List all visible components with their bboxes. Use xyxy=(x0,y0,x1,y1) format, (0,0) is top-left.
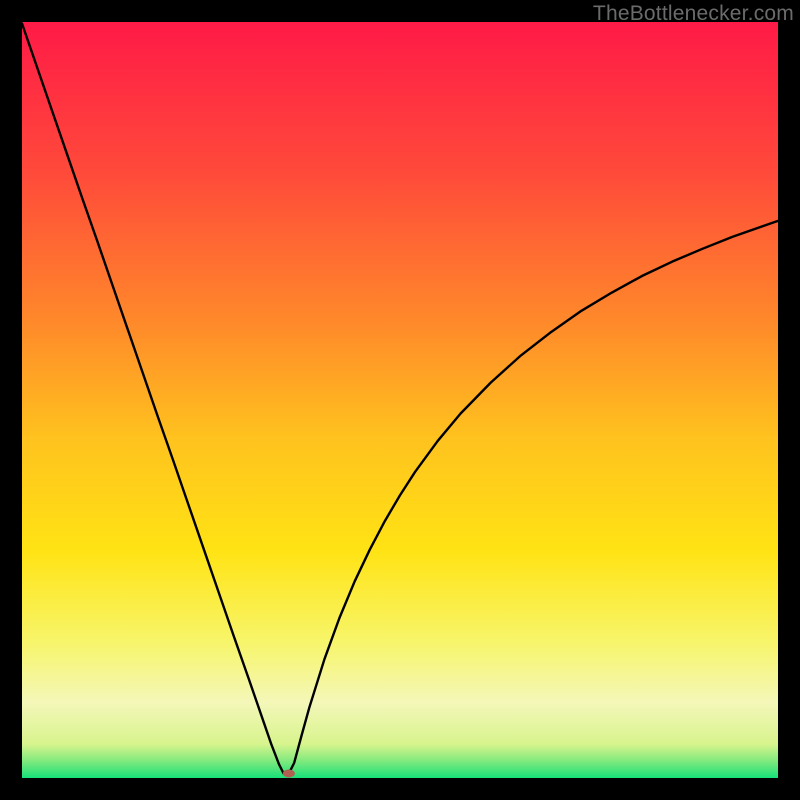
bottleneck-chart xyxy=(22,22,778,778)
watermark-label: TheBottlenecker.com xyxy=(593,2,794,26)
chart-background xyxy=(22,22,778,778)
chart-frame xyxy=(22,22,778,778)
vertex-marker xyxy=(283,769,295,777)
